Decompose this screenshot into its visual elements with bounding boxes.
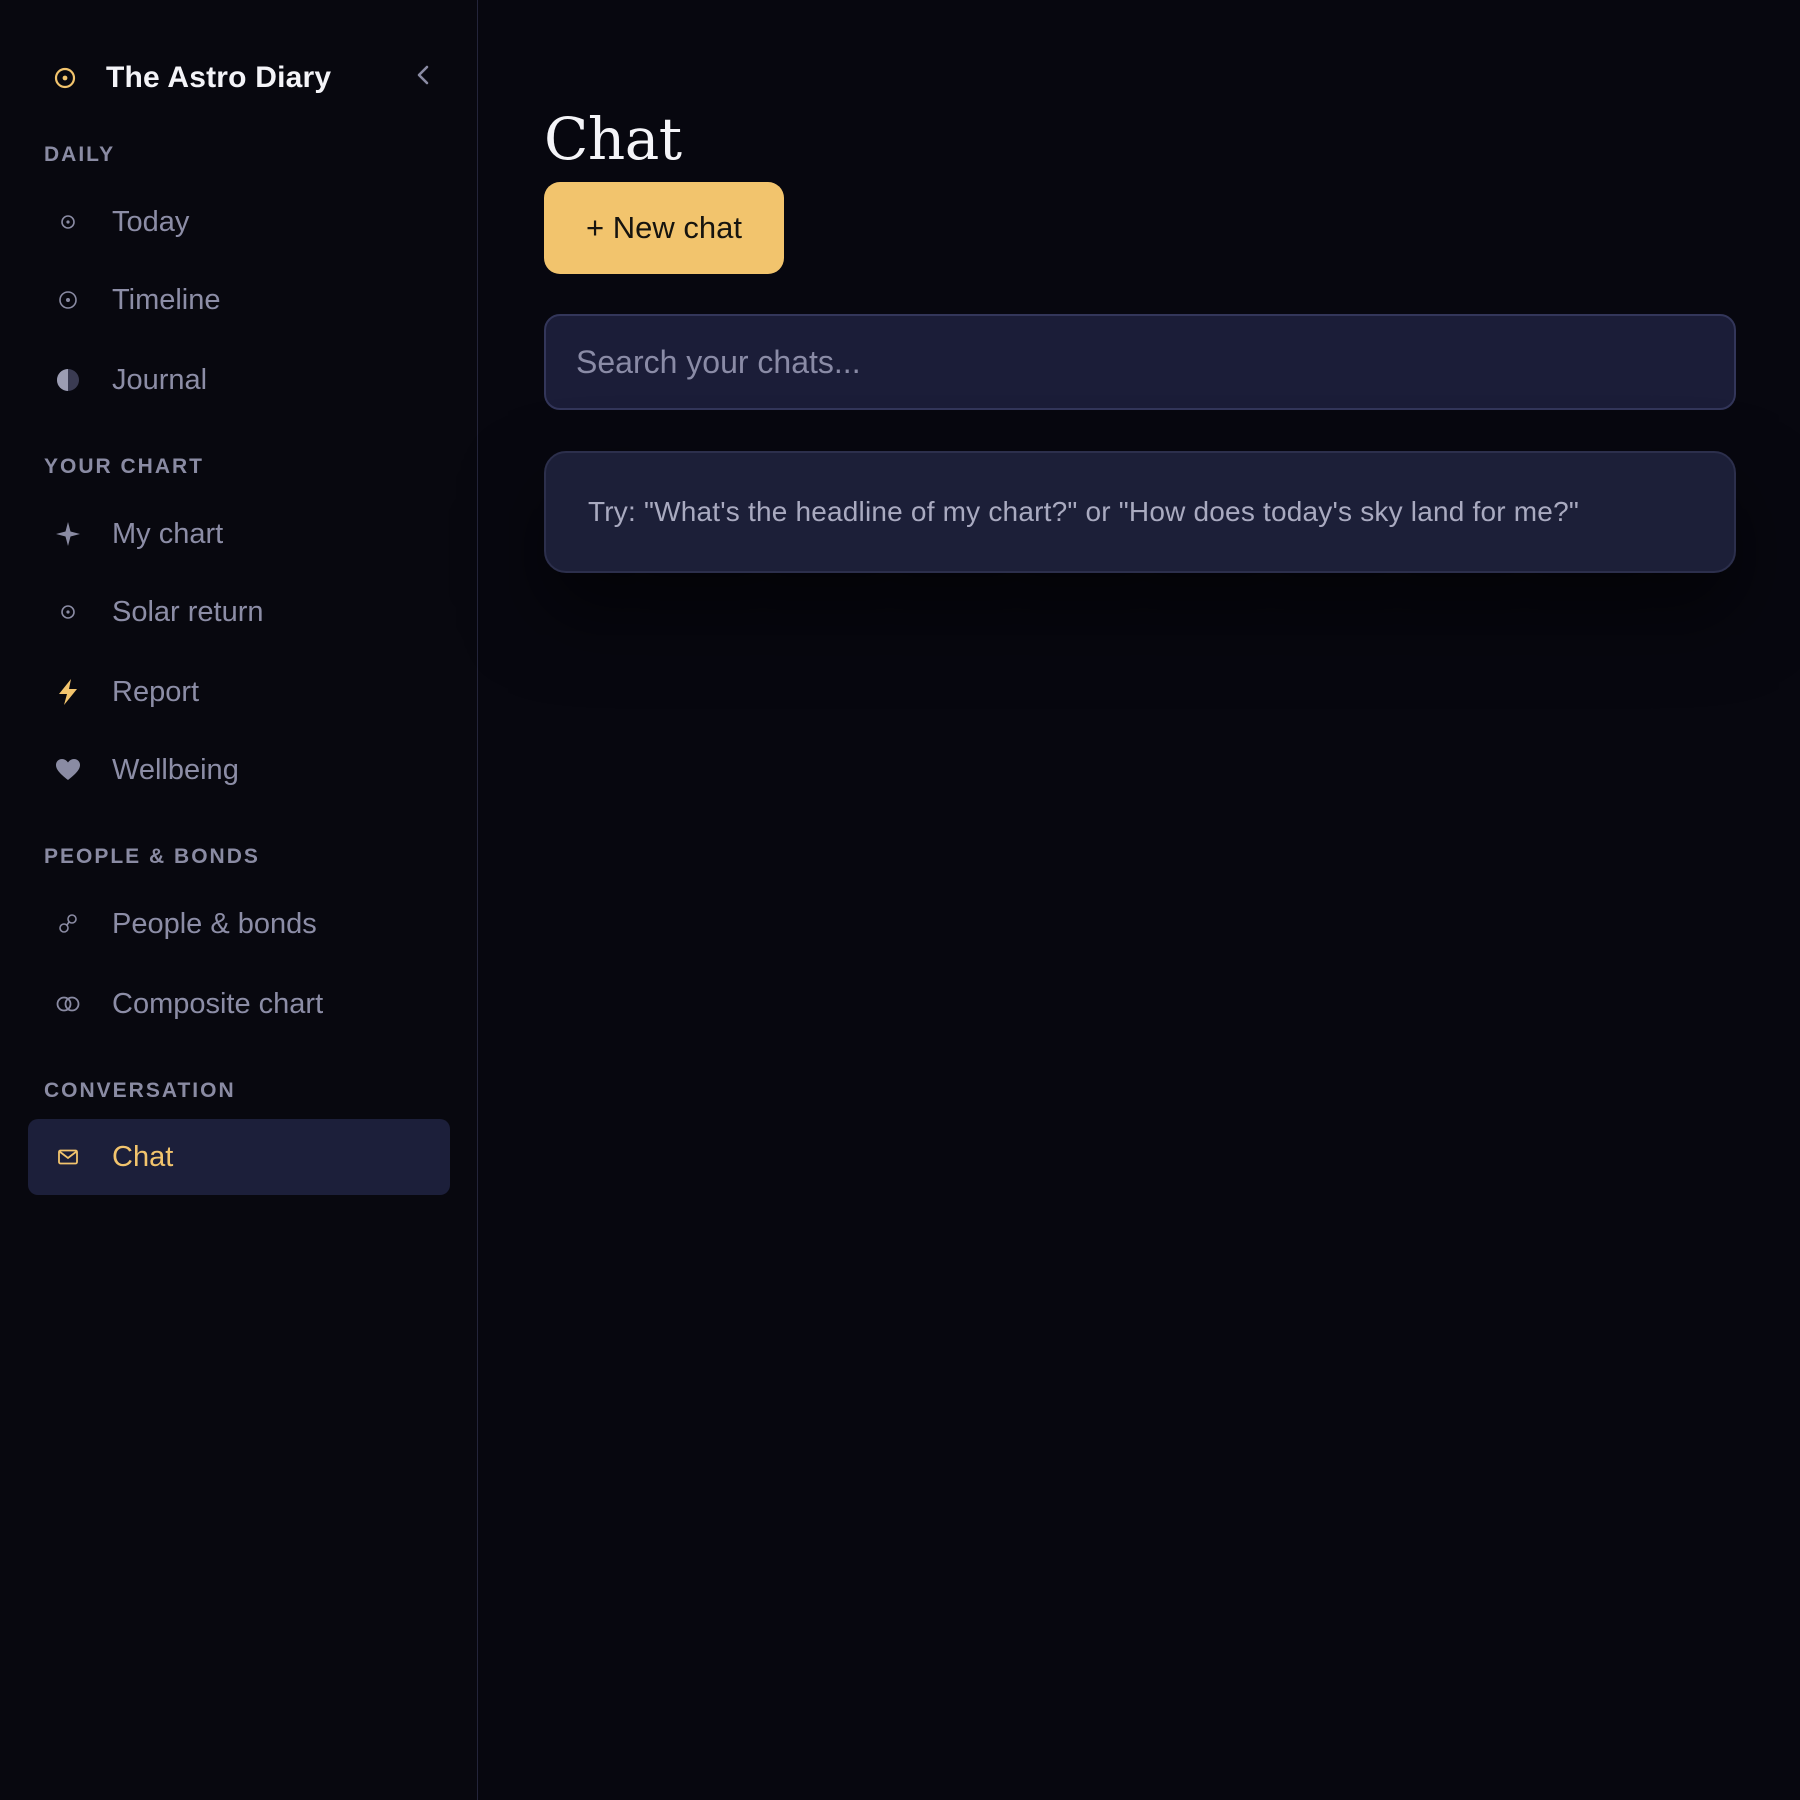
app-window: The Astro Diary DAILY Today Timeline Jou… (0, 0, 1800, 1800)
overlap-circles-icon (54, 990, 82, 1018)
sidebar-item-today[interactable]: Today (28, 184, 450, 260)
chevron-left-icon (415, 64, 431, 91)
sidebar-item-chat[interactable]: Chat (28, 1119, 450, 1195)
half-moon-icon (54, 366, 82, 394)
brand[interactable]: The Astro Diary (54, 55, 331, 101)
sidebar-item-label: Journal (112, 363, 208, 396)
section-label-conversation: CONVERSATION (44, 1079, 236, 1102)
section-label-your-chart: YOUR CHART (44, 455, 204, 478)
dot-circle-icon (54, 598, 82, 626)
sidebar-item-label: Timeline (112, 283, 221, 316)
dot-circle-icon (54, 286, 82, 314)
new-chat-button[interactable]: + New chat (544, 182, 784, 274)
sidebar-item-label: Wellbeing (112, 753, 239, 786)
dot-circle-icon (54, 208, 82, 236)
main-content: Chat + New chat Try: "What's the headlin… (478, 0, 1800, 1800)
linked-circles-icon (54, 910, 82, 938)
sidebar-item-people-bonds[interactable]: People & bonds (28, 886, 450, 962)
sidebar-item-label: Solar return (112, 595, 264, 628)
page-title: Chat (544, 104, 682, 173)
hint-text: Try: "What's the headline of my chart?" … (588, 496, 1579, 527)
sidebar-item-composite-chart[interactable]: Composite chart (28, 966, 450, 1042)
lightning-icon (54, 678, 82, 706)
hint-card: Try: "What's the headline of my chart?" … (544, 451, 1736, 573)
sidebar-item-my-chart[interactable]: My chart (28, 496, 450, 572)
sidebar-item-label: Report (112, 675, 200, 708)
search-chats-input[interactable] (544, 314, 1736, 410)
sidebar-item-wellbeing[interactable]: Wellbeing (28, 732, 450, 808)
sidebar-item-label: Composite chart (112, 987, 324, 1020)
sidebar-item-report[interactable]: Report (28, 654, 450, 730)
sidebar-item-journal[interactable]: Journal (28, 342, 450, 418)
sidebar-item-label: Today (112, 205, 190, 238)
envelope-icon (54, 1143, 82, 1171)
sun-circle-icon (54, 67, 76, 89)
heart-icon (54, 756, 82, 784)
section-label-people-bonds: PEOPLE & BONDS (44, 845, 260, 868)
sidebar-item-solar-return[interactable]: Solar return (28, 574, 450, 650)
sidebar-item-label: My chart (112, 517, 224, 550)
brand-title: The Astro Diary (106, 61, 332, 94)
sidebar-item-timeline[interactable]: Timeline (28, 262, 450, 338)
sparkle-icon (54, 520, 82, 548)
sidebar-item-label: People & bonds (112, 907, 317, 940)
section-label-daily: DAILY (44, 143, 116, 166)
collapse-sidebar-button[interactable] (408, 62, 438, 92)
sidebar-item-label: Chat (112, 1140, 174, 1173)
sidebar: The Astro Diary DAILY Today Timeline Jou… (0, 0, 478, 1800)
